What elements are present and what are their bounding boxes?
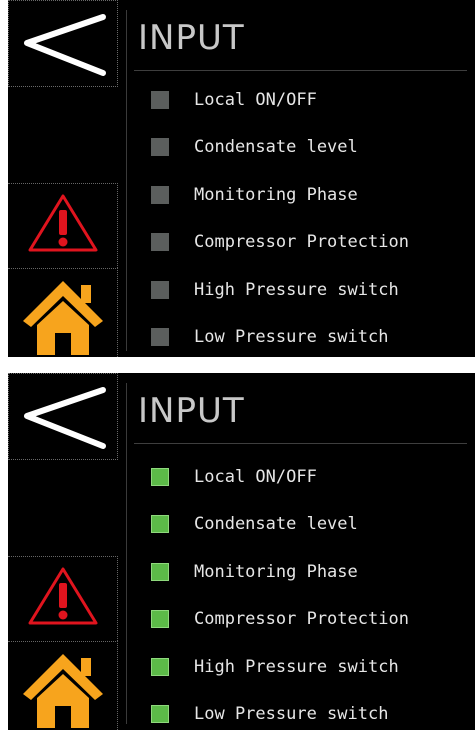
input-row-condensate-level: Condensate level	[151, 501, 475, 549]
warning-triangle-icon	[28, 567, 98, 625]
status-indicator	[151, 515, 169, 534]
input-row-high-pressure-switch: High Pressure switch	[151, 643, 475, 691]
input-row-monitoring-phase: Monitoring Phase	[151, 171, 475, 219]
status-indicator	[151, 610, 169, 629]
input-row-local-on-off: Local ON/OFF	[151, 453, 475, 501]
status-indicator	[151, 138, 169, 157]
status-indicator	[151, 328, 169, 347]
status-indicator	[151, 280, 169, 299]
status-indicator	[151, 562, 169, 581]
title-underline	[134, 443, 467, 444]
page-title: INPUT	[138, 391, 245, 431]
input-label: High Pressure switch	[194, 656, 399, 677]
input-row-compressor-protection: Compressor Protection	[151, 219, 475, 267]
input-panel-inactive: INPUT Local ON/OFF Condensate level Moni…	[8, 0, 475, 357]
back-arrow-icon	[24, 14, 106, 76]
side-rail	[8, 373, 121, 730]
alarm-button[interactable]	[8, 183, 118, 268]
status-indicator	[151, 467, 169, 486]
side-rail	[8, 0, 121, 357]
status-indicator	[151, 185, 169, 204]
status-indicator	[151, 657, 169, 676]
input-label: Local ON/OFF	[194, 466, 317, 487]
input-label: Condensate level	[194, 514, 358, 535]
input-list: Local ON/OFF Condensate level Monitoring…	[151, 76, 475, 357]
back-arrow-icon	[24, 387, 106, 449]
home-icon	[23, 281, 103, 355]
input-label: Compressor Protection	[194, 609, 409, 630]
input-row-local-on-off: Local ON/OFF	[151, 76, 475, 124]
input-list: Local ON/OFF Condensate level Monitoring…	[151, 453, 475, 730]
input-label: Compressor Protection	[194, 232, 409, 253]
input-label: Low Pressure switch	[194, 704, 389, 725]
input-label: High Pressure switch	[194, 279, 399, 300]
status-indicator	[151, 233, 169, 252]
home-button[interactable]	[8, 641, 118, 730]
input-row-compressor-protection: Compressor Protection	[151, 596, 475, 644]
input-row-low-pressure-switch: Low Pressure switch	[151, 314, 475, 358]
divider	[126, 10, 127, 351]
title-underline	[134, 70, 467, 71]
input-label: Condensate level	[194, 137, 358, 158]
divider	[126, 383, 127, 724]
home-icon	[23, 654, 103, 728]
input-label: Monitoring Phase	[194, 184, 358, 205]
status-indicator	[151, 705, 169, 724]
input-row-condensate-level: Condensate level	[151, 124, 475, 172]
input-row-monitoring-phase: Monitoring Phase	[151, 548, 475, 596]
warning-triangle-icon	[28, 194, 98, 252]
input-row-low-pressure-switch: Low Pressure switch	[151, 691, 475, 730]
status-indicator	[151, 90, 169, 109]
page-title: INPUT	[138, 18, 245, 58]
alarm-button[interactable]	[8, 556, 118, 641]
back-button[interactable]	[8, 0, 118, 87]
input-label: Monitoring Phase	[194, 561, 358, 582]
input-label: Local ON/OFF	[194, 89, 317, 110]
input-label: Low Pressure switch	[194, 327, 389, 348]
input-row-high-pressure-switch: High Pressure switch	[151, 266, 475, 314]
input-panel-active: INPUT Local ON/OFF Condensate level Moni…	[8, 373, 475, 730]
home-button[interactable]	[8, 268, 118, 357]
back-button[interactable]	[8, 373, 118, 460]
